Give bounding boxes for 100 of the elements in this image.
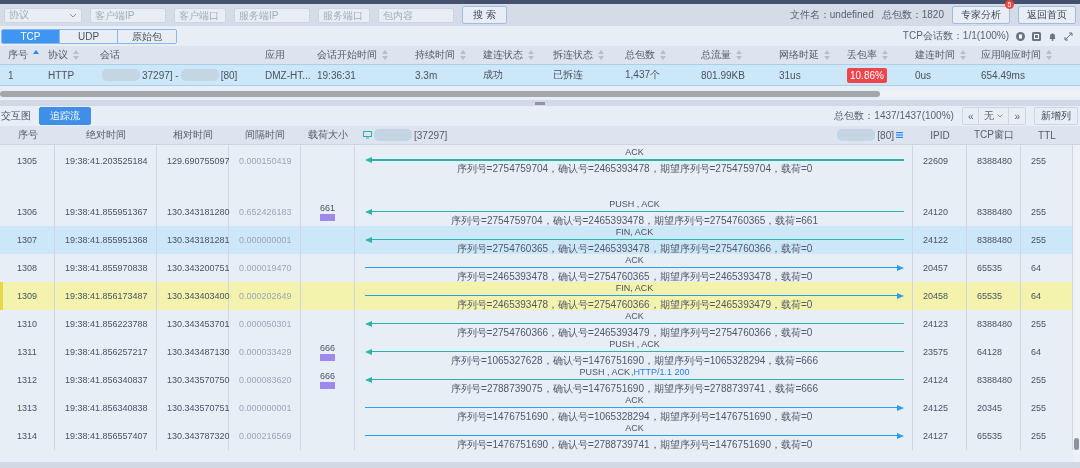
search-button[interactable]: 搜 索: [462, 6, 507, 24]
column-header[interactable]: 建连状态: [475, 46, 545, 64]
previous-button[interactable]: «: [962, 108, 980, 124]
table-cell-text: 0us: [914, 68, 933, 83]
loss-rate-badge: 10.86%: [847, 67, 887, 83]
column-header: TCP窗口: [973, 128, 1015, 142]
expert-analysis-button[interactable]: 专家分析: [952, 6, 1010, 24]
circle-icon[interactable]: [1016, 31, 1025, 41]
sort-icon[interactable]: [73, 50, 79, 60]
table-cell-text: 已拆连: [552, 68, 584, 82]
table-cell: 65535: [967, 422, 1021, 450]
sort-icon[interactable]: [660, 50, 666, 60]
filter-field[interactable]: 客户端IP: [90, 7, 166, 23]
filter-field[interactable]: 包内容: [378, 7, 454, 23]
column-header[interactable]: 总包数: [617, 46, 693, 64]
tcp-flags: FIN, ACK: [615, 282, 654, 293]
monitor-icon: [363, 131, 372, 139]
protocol-tab[interactable]: TCP: [2, 29, 60, 43]
column-header[interactable]: 拆连状态: [545, 46, 617, 64]
list-icon: [896, 132, 903, 138]
filter-field[interactable]: 服务端IP: [234, 7, 310, 23]
column-header[interactable]: 序号: [0, 46, 40, 64]
sort-icon[interactable]: [960, 50, 966, 60]
chevron-icon: [69, 12, 77, 18]
packet-detail: 序列号=2754760365，确认号=2465393478，期望序列号=2754760366，载荷=0: [455, 242, 814, 254]
add-column-button[interactable]: 新增列: [1034, 107, 1078, 125]
table-cell: 1314: [0, 422, 55, 450]
panel-title: 交互图: [1, 109, 31, 123]
column-header[interactable]: 建连时间: [907, 46, 973, 64]
bell-icon[interactable]: [1048, 31, 1057, 41]
sort-icon[interactable]: [528, 50, 534, 60]
tcp-flags: PUSH , ACK: [609, 338, 660, 349]
packet-detail: 序列号=2754759704，确认号=2465393478，期望序列号=2754760365，载荷=661: [450, 214, 819, 226]
square-icon[interactable]: [1032, 31, 1041, 41]
session-server: [80]: [220, 69, 238, 81]
table-cell-text: 19:36:31: [316, 68, 357, 83]
payload-bar: [320, 354, 335, 361]
column-header[interactable]: 会话: [92, 46, 257, 64]
sort-icon[interactable]: [598, 50, 604, 60]
tcp-flags: ACK: [625, 254, 644, 265]
column-header[interactable]: 持续时间: [407, 46, 475, 64]
sort-icon[interactable]: [1046, 50, 1052, 60]
tcp-flags: FIN, ACK: [615, 226, 654, 237]
column-header[interactable]: 协议: [40, 46, 92, 64]
table-cell-text: 31us: [778, 68, 802, 83]
column-header: IPID: [929, 128, 951, 143]
packet-detail: 序列号=1476751690，确认号=1065328294，期望序列号=1476751690，载荷=0: [455, 410, 814, 422]
column-header: TTL: [1037, 128, 1057, 143]
column-header: 载荷大小: [307, 128, 349, 142]
expand-icon[interactable]: [1064, 31, 1073, 41]
server-endpoint: [80]: [877, 129, 894, 141]
packet-detail: 序列号=2465393478，确认号=2754760366，期望序列号=2465393479，载荷=0: [455, 298, 814, 310]
packet-detail: 序列号=2788739075，确认号=1476751690，期望序列号=2788739741，载荷=666: [450, 382, 819, 394]
table-cell-text: 3.3m: [414, 68, 439, 83]
http-status: ,HTTP/1.1 200: [631, 366, 690, 377]
column-header[interactable]: 总流量: [693, 46, 771, 64]
packet-detail: 序列号=1476751690，确认号=2788739741，期望序列号=1476751690，载荷=0: [455, 438, 814, 450]
tcp-flags: ACK: [625, 147, 644, 157]
home-button[interactable]: 返回首页: [1018, 6, 1076, 24]
table-cell: 19:38:41.856557407: [55, 422, 157, 450]
table-cell-text: 801.99KB: [700, 68, 746, 83]
filter-field[interactable]: 服务端口: [318, 7, 370, 23]
tcp-flags: ACK: [625, 310, 644, 321]
trace-stream-button[interactable]: 追踪流: [39, 107, 91, 125]
sort-icon[interactable]: [824, 50, 830, 60]
tcp-flags: PUSH , ACK: [609, 198, 660, 209]
scrollbar[interactable]: [0, 91, 880, 97]
client-endpoint: [37297]: [414, 129, 448, 141]
column-header[interactable]: 网络时延: [771, 46, 839, 64]
splitter-handle[interactable]: [535, 101, 545, 105]
column-header[interactable]: 丢包率: [839, 46, 907, 64]
column-header: 相对时间: [172, 128, 214, 142]
tcp-flags: ACK: [625, 422, 644, 433]
column-header[interactable]: 会话开始时间: [309, 46, 407, 64]
file-name: 文件名：undefined: [789, 8, 874, 22]
scrollbar[interactable]: [1074, 438, 1079, 450]
packet-detail: 序列号=2754760366，确认号=2465393479，期望序列号=2754760366，载荷=0: [455, 326, 814, 338]
tcp-flags: PUSH , ACK: [579, 366, 630, 377]
column-header[interactable]: 应用: [257, 46, 309, 64]
payload-bar: [320, 382, 335, 389]
sort-icon[interactable]: [460, 50, 466, 60]
sort-icon[interactable]: [736, 50, 742, 60]
column-header: 间隔时间: [244, 128, 286, 142]
column-header[interactable]: 应用响应时间: [973, 46, 1080, 64]
payload-size: 666: [320, 343, 335, 353]
table-cell: 24127: [913, 422, 967, 450]
table-cell-text: DMZ-HT...: [264, 68, 309, 83]
session-row[interactable]: 1 HTTP 37297] - [80] DMZ-HT... 19:36:31 3.3m 成功 已拆连 1,437个 801.99KB 31us 10.86% 0us 654.49ms: [0, 64, 1080, 86]
session-count: TCP会话数：1/1(100%): [902, 29, 1009, 43]
total-packets: 总包数：1820: [881, 8, 944, 22]
packet-row[interactable]: 1309 19:38:41.856173487 130.343403400 0.000202649 FIN, ACK 序列号=2465393478，确认号=2754760366，期望序列号=2465393479，载荷=0 20458 65535 64: [0, 282, 1073, 310]
table-cell: 0.000216569: [229, 422, 301, 450]
sort-icon[interactable]: [882, 50, 888, 60]
blurred-region: [374, 129, 412, 141]
filter-field[interactable]: 客户端口: [174, 7, 226, 23]
packet-detail: 序列号=2754759704，确认号=2465393478，期望序列号=2754759704，载荷=0: [455, 163, 814, 174]
sort-icon[interactable]: [382, 50, 388, 60]
packet-row[interactable]: 1307 19:38:41.855951368 130.343181281 0.000000001 FIN, ACK 序列号=2754760365，确认号=2465393478，期望序列号=2754760366，载荷=0 24122 8388480 255: [0, 226, 1073, 254]
chevron-icon: [997, 114, 1004, 118]
payload-size: 661: [320, 203, 335, 213]
